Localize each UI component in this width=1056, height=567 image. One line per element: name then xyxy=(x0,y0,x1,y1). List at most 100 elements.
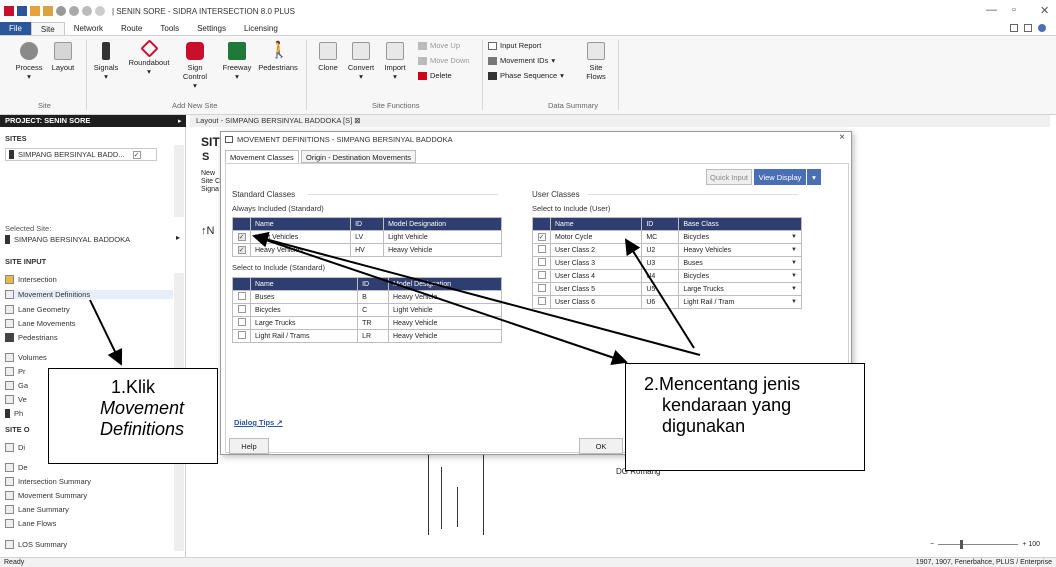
row-checkbox-checked[interactable]: ✓ xyxy=(537,233,546,241)
dialog-tips-link[interactable]: Dialog Tips ↗ xyxy=(234,418,283,427)
nav-pedestrians[interactable]: Pedestrians xyxy=(5,333,58,342)
settings-icon[interactable] xyxy=(69,6,79,16)
site-include-checkbox[interactable]: ✓ xyxy=(132,150,141,159)
tab-movement-classes[interactable]: Movement Classes xyxy=(225,150,299,163)
table-row[interactable]: Buses B Heavy Vehicle xyxy=(232,290,502,304)
table-row[interactable]: Light Rail / Trams LR Heavy Vehicle xyxy=(232,329,502,343)
tab-od-movements[interactable]: Origin - Destination Movements xyxy=(301,150,417,163)
view-display-button[interactable]: View Display xyxy=(754,169,806,185)
nav-priorities[interactable]: Pr xyxy=(5,367,26,376)
nav-intersection[interactable]: Intersection xyxy=(5,275,57,284)
table-row[interactable]: User Class 6 U6 Light Rail / Tram ▼ xyxy=(532,295,802,309)
zoom-slider[interactable] xyxy=(938,539,1019,549)
menu-file[interactable]: File xyxy=(0,22,31,35)
zoom-control[interactable]: − + 100 xyxy=(930,539,1040,549)
nav-lane-summary[interactable]: Lane Summary xyxy=(5,505,69,514)
selected-site-expand-icon[interactable]: ▸ xyxy=(176,233,180,242)
row-checkbox[interactable] xyxy=(537,258,546,266)
dropdown-arrow-icon[interactable]: ▼ xyxy=(791,299,797,305)
dropdown-arrow-icon[interactable]: ▼ xyxy=(791,247,797,253)
dropdown-arrow-icon[interactable]: ▼ xyxy=(791,286,797,292)
table-row[interactable]: Large Trucks TR Heavy Vehicle xyxy=(232,316,502,330)
save-icon[interactable] xyxy=(17,6,27,16)
menu-site[interactable]: Site xyxy=(30,22,65,35)
restore-button[interactable]: ▫ xyxy=(1012,4,1016,16)
table-row[interactable]: Bicycles C Light Vehicle xyxy=(232,303,502,317)
nav-movement-summary[interactable]: Movement Summary xyxy=(5,491,87,500)
row-checkbox[interactable] xyxy=(237,292,246,300)
pedestrians-button[interactable]: 🚶 Pedestrians xyxy=(256,42,300,72)
freeway-button[interactable]: Freeway ▾ xyxy=(220,42,254,81)
project-expand-icon[interactable]: ▸ xyxy=(178,117,182,125)
move-down-button[interactable]: Move Down xyxy=(418,56,470,65)
menu-settings[interactable]: Settings xyxy=(188,22,235,35)
dialog-close-button[interactable]: × xyxy=(839,132,845,143)
row-checkbox[interactable] xyxy=(237,318,246,326)
row-checkbox[interactable] xyxy=(537,271,546,279)
input-report-button[interactable]: Input Report xyxy=(488,41,541,50)
open-icon[interactable] xyxy=(30,6,40,16)
clone-button[interactable]: Clone xyxy=(314,42,342,72)
sites-scrollbar[interactable] xyxy=(174,145,184,217)
nav-movement-definitions[interactable]: Movement Definitions xyxy=(5,290,173,299)
roundabout-button[interactable]: Roundabout ▾ xyxy=(126,39,172,76)
menu-tools[interactable]: Tools xyxy=(151,22,188,35)
dropdown-arrow-icon[interactable]: ▼ xyxy=(791,260,797,266)
signals-button[interactable]: Signals ▾ xyxy=(90,42,122,81)
config-icon[interactable] xyxy=(82,6,92,16)
tab-close-icon[interactable]: ⊠ xyxy=(354,116,360,125)
process-button[interactable]: Process ▾ xyxy=(14,42,44,81)
zoom-slider-thumb[interactable] xyxy=(960,539,964,549)
nav-vehicle-movement-data[interactable]: Ve xyxy=(5,395,27,404)
site-list-item[interactable]: SIMPANG BERSINYAL BADD... ✓ xyxy=(5,148,157,161)
nav-intersection-summary[interactable]: Intersection Summary xyxy=(5,477,91,486)
move-up-button[interactable]: Move Up xyxy=(418,41,460,50)
dropdown-arrow-icon[interactable]: ▼ xyxy=(791,234,797,240)
menu-network[interactable]: Network xyxy=(65,22,112,35)
menu-route[interactable]: Route xyxy=(112,22,151,35)
nav-volumes[interactable]: Volumes xyxy=(5,353,47,362)
nav-output-di[interactable]: Di xyxy=(5,443,25,452)
layout-toggle-icon[interactable] xyxy=(1010,24,1018,32)
gear-icon[interactable] xyxy=(56,6,66,16)
nav-phasing[interactable]: Ph xyxy=(5,409,23,418)
quick-input-button[interactable]: Quick Input xyxy=(706,169,752,185)
convert-button[interactable]: Convert ▾ xyxy=(346,42,376,81)
menu-licensing[interactable]: Licensing xyxy=(235,22,287,35)
dropdown-arrow-icon[interactable]: ▼ xyxy=(791,273,797,279)
delete-button[interactable]: Delete xyxy=(418,71,452,80)
zoom-out-icon[interactable]: − xyxy=(930,541,934,548)
table-row[interactable]: User Class 3 U3 Buses ▼ xyxy=(532,256,802,270)
table-row[interactable]: User Class 2 U2 Heavy Vehicles ▼ xyxy=(532,243,802,257)
help-button[interactable]: Help xyxy=(229,438,269,454)
help-icon[interactable] xyxy=(1038,24,1046,32)
layout-button[interactable]: Layout xyxy=(48,42,78,72)
folder-icon[interactable] xyxy=(43,6,53,16)
site-flows-button[interactable]: Site Flows xyxy=(582,42,610,81)
import-button[interactable]: Import ▾ xyxy=(380,42,410,81)
nav-los-summary[interactable]: LOS Summary xyxy=(5,540,67,549)
layout-tab[interactable]: Layout - SIMPANG BERSINYAL BADDOKA [S] ⊠ xyxy=(190,115,1050,127)
close-window-button[interactable]: ✕ xyxy=(1040,4,1049,17)
phase-sequence-button[interactable]: Phase Sequence ▾ xyxy=(488,71,564,80)
ok-button[interactable]: OK xyxy=(579,438,623,454)
row-checkbox[interactable] xyxy=(237,331,246,339)
nav-gap-acceptance[interactable]: Ga xyxy=(5,381,28,390)
table-row[interactable]: User Class 5 U5 Large Trucks ▼ xyxy=(532,282,802,296)
minimize-button[interactable]: — xyxy=(986,4,997,16)
nav-lane-flows[interactable]: Lane Flows xyxy=(5,519,56,528)
panel-toggle-icon[interactable] xyxy=(1024,24,1032,32)
row-checkbox[interactable] xyxy=(237,305,246,313)
table-row[interactable]: User Class 4 U4 Bicycles ▼ xyxy=(532,269,802,283)
nav-output-de[interactable]: De xyxy=(5,463,28,472)
movement-ids-button[interactable]: Movement IDs ▾ xyxy=(488,56,555,65)
nav-lane-geometry[interactable]: Lane Geometry xyxy=(5,305,70,314)
row-checkbox[interactable] xyxy=(537,297,546,305)
sign-control-button[interactable]: Sign Control ▾ xyxy=(180,42,210,90)
row-checkbox[interactable] xyxy=(537,245,546,253)
options-icon[interactable] xyxy=(95,6,105,16)
table-row[interactable]: ✓ Motor Cycle MC Bicycles ▼ xyxy=(532,230,802,244)
row-checkbox[interactable] xyxy=(537,284,546,292)
view-display-dropdown[interactable]: ▾ xyxy=(807,169,821,185)
nav-lane-movements[interactable]: Lane Movements xyxy=(5,319,76,328)
